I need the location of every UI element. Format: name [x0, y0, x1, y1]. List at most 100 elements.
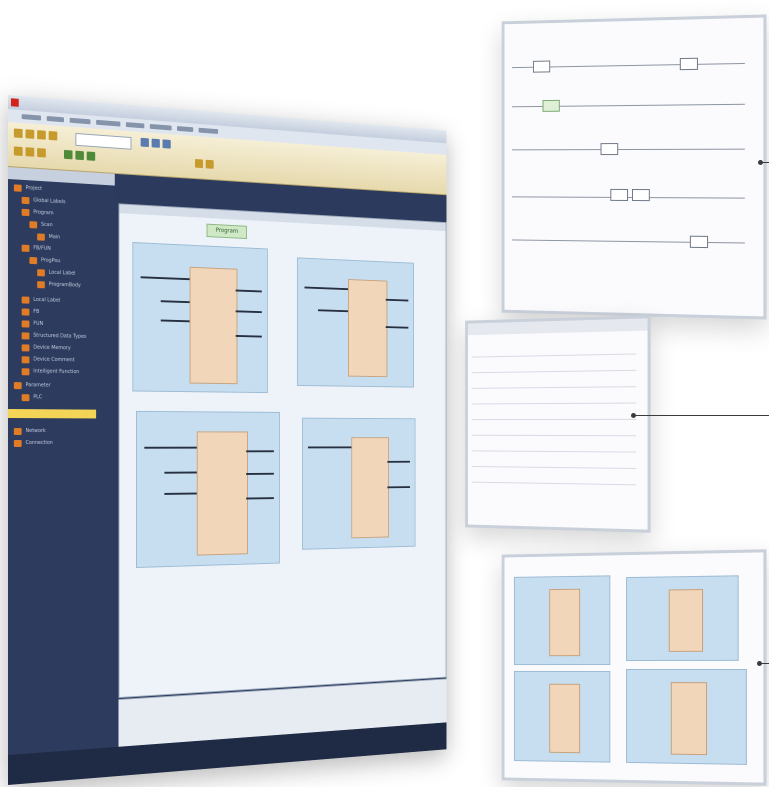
save-icon[interactable]: [37, 130, 46, 140]
ladder-coil: [690, 236, 708, 248]
callout-line: [759, 663, 769, 664]
function-block-body: [351, 437, 389, 538]
ladder-coil: [680, 58, 698, 70]
output-pin: [386, 326, 409, 328]
new-project-icon[interactable]: [14, 128, 23, 138]
open-project-icon[interactable]: [26, 129, 35, 139]
function-block-body: [190, 267, 238, 384]
function-block-body: [348, 279, 387, 377]
connection-icon: [14, 440, 22, 447]
monitor-icon[interactable]: [75, 151, 84, 160]
run-icon[interactable]: [64, 150, 73, 159]
comment-icon: [22, 356, 30, 363]
table-row-line: [472, 370, 637, 373]
read-plc-icon[interactable]: [141, 138, 149, 147]
output-pin: [386, 299, 409, 302]
stage: Project Global Labels Program Scan Main …: [0, 0, 769, 787]
zoom-icon[interactable]: [195, 159, 203, 168]
find-icon[interactable]: [206, 160, 214, 169]
cut-icon[interactable]: [14, 146, 23, 156]
label-table-preview-window: [465, 315, 650, 533]
project-navigation: Project Global Labels Program Scan Main …: [8, 167, 115, 755]
ladder-contact: [610, 189, 628, 201]
output-pin: [246, 497, 274, 499]
menu-item[interactable]: [47, 116, 64, 122]
ladder-contact: [601, 143, 619, 155]
menu-item[interactable]: [96, 120, 120, 127]
function-block[interactable]: [297, 257, 414, 387]
function-block[interactable]: [302, 418, 416, 550]
table-header: [468, 318, 648, 335]
write-plc-icon[interactable]: [152, 139, 160, 148]
input-pin: [164, 472, 196, 474]
table-row-line: [472, 482, 637, 486]
function-block[interactable]: [136, 411, 280, 568]
input-pin: [318, 309, 348, 312]
output-pin: [246, 473, 274, 475]
ladder-rung: [512, 239, 745, 243]
program-icon: [37, 233, 45, 240]
callout-line: [633, 415, 769, 416]
function-block: [626, 575, 739, 661]
table-row-line: [472, 353, 637, 357]
menu-item[interactable]: [22, 114, 41, 120]
function-block: [514, 671, 610, 763]
function-block-body: [669, 589, 703, 652]
output-pin: [387, 461, 410, 463]
editor-tabs: [119, 204, 445, 231]
ladder-contact-active: [543, 100, 560, 112]
folder-icon: [14, 184, 22, 191]
toolbar-combo[interactable]: [75, 133, 131, 150]
folder-icon: [22, 332, 30, 339]
label-icon: [37, 269, 45, 276]
table-row-line: [472, 386, 637, 389]
menu-item[interactable]: [199, 128, 219, 134]
network-icon: [14, 428, 22, 435]
table-row-line: [472, 419, 637, 420]
output-pin: [246, 450, 274, 452]
table-row-line: [472, 435, 637, 437]
ladder-preview-window: [502, 14, 767, 319]
menu-item[interactable]: [126, 122, 144, 128]
app-icon: [11, 98, 19, 107]
input-pin: [161, 300, 190, 303]
folder-icon: [22, 296, 30, 303]
input-pin: [141, 276, 190, 280]
input-pin: [164, 493, 196, 495]
function-block: [514, 575, 610, 665]
function-block-body: [549, 684, 580, 753]
folder-icon: [14, 382, 22, 389]
folder-icon: [29, 221, 37, 228]
menu-item[interactable]: [150, 124, 172, 130]
verify-icon[interactable]: [163, 139, 171, 148]
folder-icon: [22, 320, 30, 327]
function-block: [626, 669, 747, 765]
output-pin: [236, 310, 262, 313]
menu-item[interactable]: [70, 118, 91, 125]
copy-icon[interactable]: [26, 147, 35, 157]
program-icon: [37, 281, 45, 288]
print-icon[interactable]: [49, 131, 58, 141]
ladder-rung: [512, 196, 745, 198]
folder-icon: [22, 209, 30, 216]
folder-icon: [22, 308, 30, 315]
program-title: Program: [207, 224, 247, 239]
input-pin: [308, 446, 351, 448]
input-pin: [161, 320, 190, 323]
table-row-line: [472, 450, 637, 452]
table-row-line: [472, 466, 637, 469]
folder-icon: [22, 245, 30, 252]
input-pin: [305, 287, 349, 291]
input-pin: [144, 447, 196, 449]
function-block[interactable]: [132, 242, 267, 393]
module-icon: [22, 368, 30, 375]
fbd-editor[interactable]: Program: [119, 203, 447, 698]
paste-icon[interactable]: [37, 148, 46, 158]
main-window: Project Global Labels Program Scan Main …: [8, 95, 446, 785]
folder-icon: [29, 257, 37, 264]
output-pin: [387, 486, 410, 488]
stop-icon[interactable]: [87, 151, 95, 160]
function-block-body: [197, 431, 248, 555]
function-block-body: [549, 589, 580, 656]
menu-item[interactable]: [177, 126, 193, 132]
